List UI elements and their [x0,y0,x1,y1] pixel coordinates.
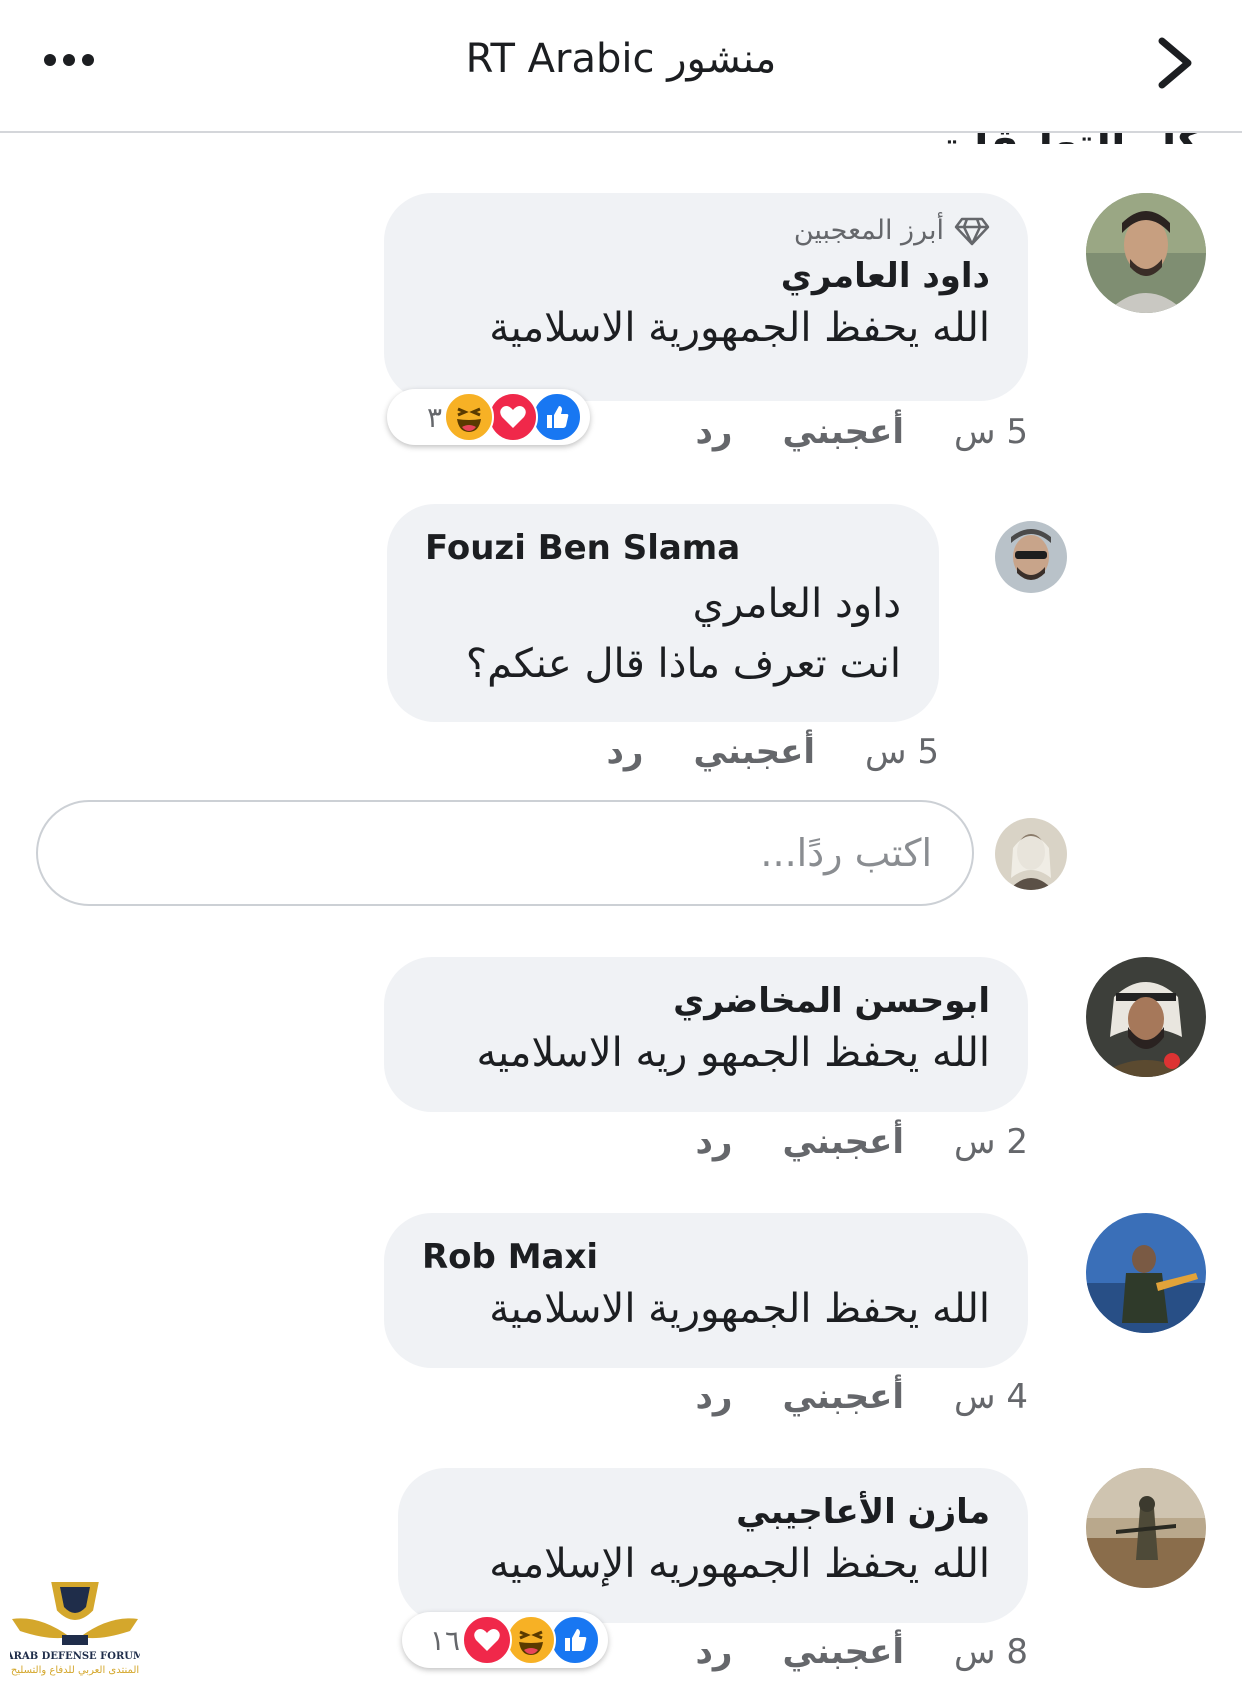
comment-bubble: أبرز المعجبين داود العامري الله يحفظ الج… [384,193,1028,401]
badge-label: أبرز المعجبين [793,215,944,246]
reply-button[interactable]: رد [695,412,732,452]
avatar[interactable] [1086,193,1206,313]
watermark-line2: المنتدى العربي للدفاع والتسليح [11,1665,139,1676]
comment-time: 5 س [954,412,1028,452]
forum-logo-icon: ARAB DEFENSE FORUM المنتدى العربي للدفاع… [5,1580,144,1676]
comment-author[interactable]: مازن الأعاجيبي [436,1490,990,1534]
reaction-count: ١٦ [429,1623,460,1657]
comment-author[interactable]: Fouzi Ben Slama [425,526,901,570]
comment-text: انت تعرف ماذا قال عنكم؟ [465,641,901,687]
avatar-photo [1086,957,1206,1077]
comment-text: الله يحفظ الجمهورية الاسلامية [489,1286,990,1332]
reply-button[interactable]: رد [606,732,643,772]
comment-text: الله يحفظ الجمهو ريه الاسلاميه [476,1030,991,1076]
comment-time: 5 س [865,732,939,772]
like-reaction-icon [550,1615,600,1665]
comment-actions: 8 س أعجبني رد [695,1632,1028,1672]
comment-text: الله يحفظ الجمهورية الاسلامية [489,305,990,351]
current-user-avatar [995,818,1067,890]
comment-author[interactable]: ابوحسن المخاضري [422,979,990,1023]
reply-placeholder: اكتب ردًا... [760,831,932,875]
avatar[interactable] [1086,1468,1206,1588]
haha-reaction-icon [444,392,494,442]
haha-reaction-icon [506,1615,556,1665]
avatar-photo [1086,193,1206,313]
comment-bubble: Fouzi Ben Slama داود العامري انت تعرف ما… [387,504,939,722]
reactions-summary[interactable]: ٣ [387,389,590,445]
reply-button[interactable]: رد [695,1632,732,1672]
like-button[interactable]: أعجبني [783,1122,905,1162]
like-button[interactable]: أعجبني [694,732,816,772]
post-header: منشور RT Arabic [0,0,1242,133]
comment-bubble: مازن الأعاجيبي الله يحفظ الجمهوريه الإسل… [398,1468,1028,1623]
comment-time: 2 س [954,1122,1028,1162]
chevron-right-icon [1158,37,1192,89]
avatar[interactable] [1086,1213,1206,1333]
comment-author[interactable]: داود العامري [422,254,990,298]
avatar-photo [1086,1213,1206,1333]
comment-time: 8 س [954,1632,1028,1672]
reactions-summary[interactable]: ١٦ [402,1612,608,1668]
avatar-photo [1086,1468,1206,1588]
reaction-count: ٣ [426,400,442,434]
reply-button[interactable]: رد [695,1122,732,1162]
comment-actions: 4 س أعجبني رد [695,1377,1028,1417]
avatar-photo [995,521,1067,593]
avatar-photo [995,818,1067,890]
comment-bubble: ابوحسن المخاضري الله يحفظ الجمهو ريه الا… [384,957,1028,1112]
watermark-logo: ARAB DEFENSE FORUM المنتدى العربي للدفاع… [5,1575,144,1685]
like-reaction-icon [532,392,582,442]
love-reaction-icon [462,1615,512,1665]
avatar[interactable] [1086,957,1206,1077]
comment-text: داود العامري [692,581,901,627]
reply-input[interactable]: اكتب ردًا... [36,800,974,906]
comment-time: 4 س [954,1377,1028,1417]
top-fan-badge: أبرز المعجبين [422,215,990,246]
comment-bubble: Rob Maxi الله يحفظ الجمهورية الاسلامية [384,1213,1028,1368]
like-button[interactable]: أعجبني [783,1632,905,1672]
like-button[interactable]: أعجبني [783,412,905,452]
like-button[interactable]: أعجبني [783,1377,905,1417]
comment-text: الله يحفظ الجمهوريه الإسلاميه [489,1541,990,1587]
page-title: منشور RT Arabic [465,36,777,82]
avatar[interactable] [995,521,1067,593]
diamond-icon [954,217,990,245]
reply-button[interactable]: رد [695,1377,732,1417]
comment-actions: 2 س أعجبني رد [695,1122,1028,1162]
comment-author[interactable]: Rob Maxi [422,1235,990,1279]
comment-actions: 5 س أعجبني رد [695,412,1028,452]
back-button[interactable] [1150,33,1200,93]
comment-actions: 5 س أعجبني رد [606,732,939,772]
love-reaction-icon [488,392,538,442]
watermark-line1: ARAB DEFENSE FORUM [10,1651,140,1662]
